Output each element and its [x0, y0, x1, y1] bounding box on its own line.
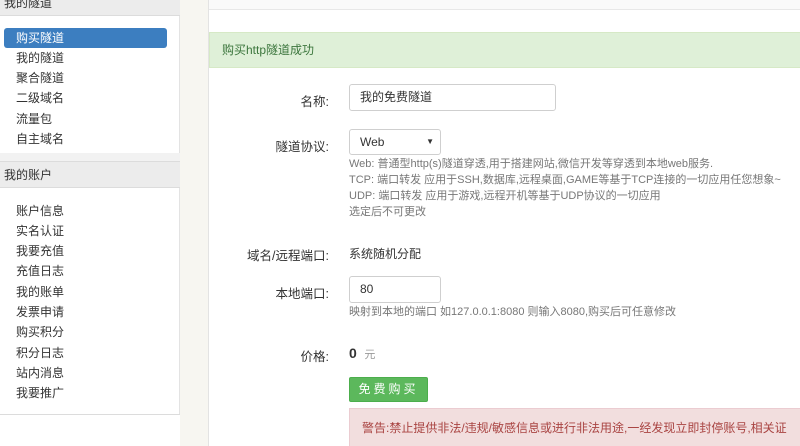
sidebar-item-my-bills[interactable]: 我的账单: [4, 282, 167, 302]
protocol-help-udp: UDP: 端口转发 应用于游戏,远程开机等基于UDP协议的一切应用: [349, 190, 661, 202]
price-value: 0: [349, 345, 357, 361]
sidebar-item-account-info[interactable]: 账户信息: [4, 201, 167, 221]
name-input[interactable]: 我的免费隧道: [349, 84, 556, 111]
section-header-account: 我的账户: [0, 161, 180, 188]
protocol-help-note: 选定后不可更改: [349, 206, 426, 218]
protocol-help-tcp: TCP: 端口转发 应用于SSH,数据库,远程桌面,GAME等基于TCP连接的一…: [349, 174, 781, 186]
protocol-selected-value: Web: [360, 135, 385, 149]
sidebar-item-buy-points[interactable]: 购买积分: [4, 322, 167, 342]
sidebar-item-my-tunnels[interactable]: 我的隧道: [4, 48, 167, 68]
sidebar-item-traffic-pack[interactable]: 流量包: [4, 109, 167, 129]
local-port-help: 映射到本地的端口 如127.0.0.1:8080 则输入8080,购买后可任意修…: [349, 306, 677, 318]
caret-down-icon: ▼: [426, 137, 434, 146]
sidebar-item-custom-domain[interactable]: 自主域名: [4, 129, 167, 149]
sidebar: 我的隧道 购买隧道 我的隧道 聚合隧道 二级域名 流量包 自主域名 我的账户 账…: [0, 0, 180, 446]
local-port-input[interactable]: 80: [349, 276, 441, 303]
price-unit: 元: [364, 349, 376, 361]
price-label: 价格:: [300, 350, 329, 364]
sidebar-item-invoice[interactable]: 发票申请: [4, 302, 167, 322]
sidebar-item-verification[interactable]: 实名认证: [4, 221, 167, 241]
protocol-select[interactable]: Web ▼: [349, 129, 441, 155]
protocol-label: 隧道协议:: [275, 140, 329, 154]
sidebar-item-promote[interactable]: 我要推广: [4, 383, 167, 403]
success-alert: 购买http隧道成功: [209, 32, 800, 68]
main-panel: 购买http隧道成功 名称: 我的免费隧道 隧道协议: Web ▼ Web: 普…: [208, 0, 800, 446]
sidebar-divider: [0, 153, 180, 161]
sidebar-footer: [0, 414, 180, 446]
sidebar-item-points-log[interactable]: 积分日志: [4, 343, 167, 363]
sidebar-item-messages[interactable]: 站内消息: [4, 363, 167, 383]
warning-text: 警告:禁止提供非法/违规/敏感信息或进行非法用途,一经发现立即封停账号,相关证: [362, 421, 787, 435]
warning-alert: 警告:禁止提供非法/违规/敏感信息或进行非法用途,一经发现立即封停账号,相关证: [349, 408, 800, 446]
sidebar-item-aggregate-tunnels[interactable]: 聚合隧道: [4, 68, 167, 88]
domain-label: 域名/远程端口:: [247, 249, 329, 263]
name-label: 名称:: [300, 95, 329, 109]
local-port-label: 本地端口:: [275, 287, 329, 301]
section-header-tunnels: 我的隧道: [0, 0, 180, 16]
domain-value: 系统随机分配: [349, 247, 422, 261]
panel-top-edge: [209, 0, 800, 10]
protocol-help-web: Web: 普通型http(s)隧道穿透,用于搭建网站,微信开发等穿透到本地web…: [349, 158, 714, 170]
sidebar-item-recharge[interactable]: 我要充值: [4, 241, 167, 261]
sidebar-item-recharge-log[interactable]: 充值日志: [4, 261, 167, 281]
sidebar-item-subdomain[interactable]: 二级域名: [4, 88, 167, 108]
free-buy-button[interactable]: 免费购买: [349, 377, 428, 402]
price-display: 0 元: [349, 345, 375, 362]
sidebar-item-buy-tunnel[interactable]: 购买隧道: [4, 28, 167, 48]
